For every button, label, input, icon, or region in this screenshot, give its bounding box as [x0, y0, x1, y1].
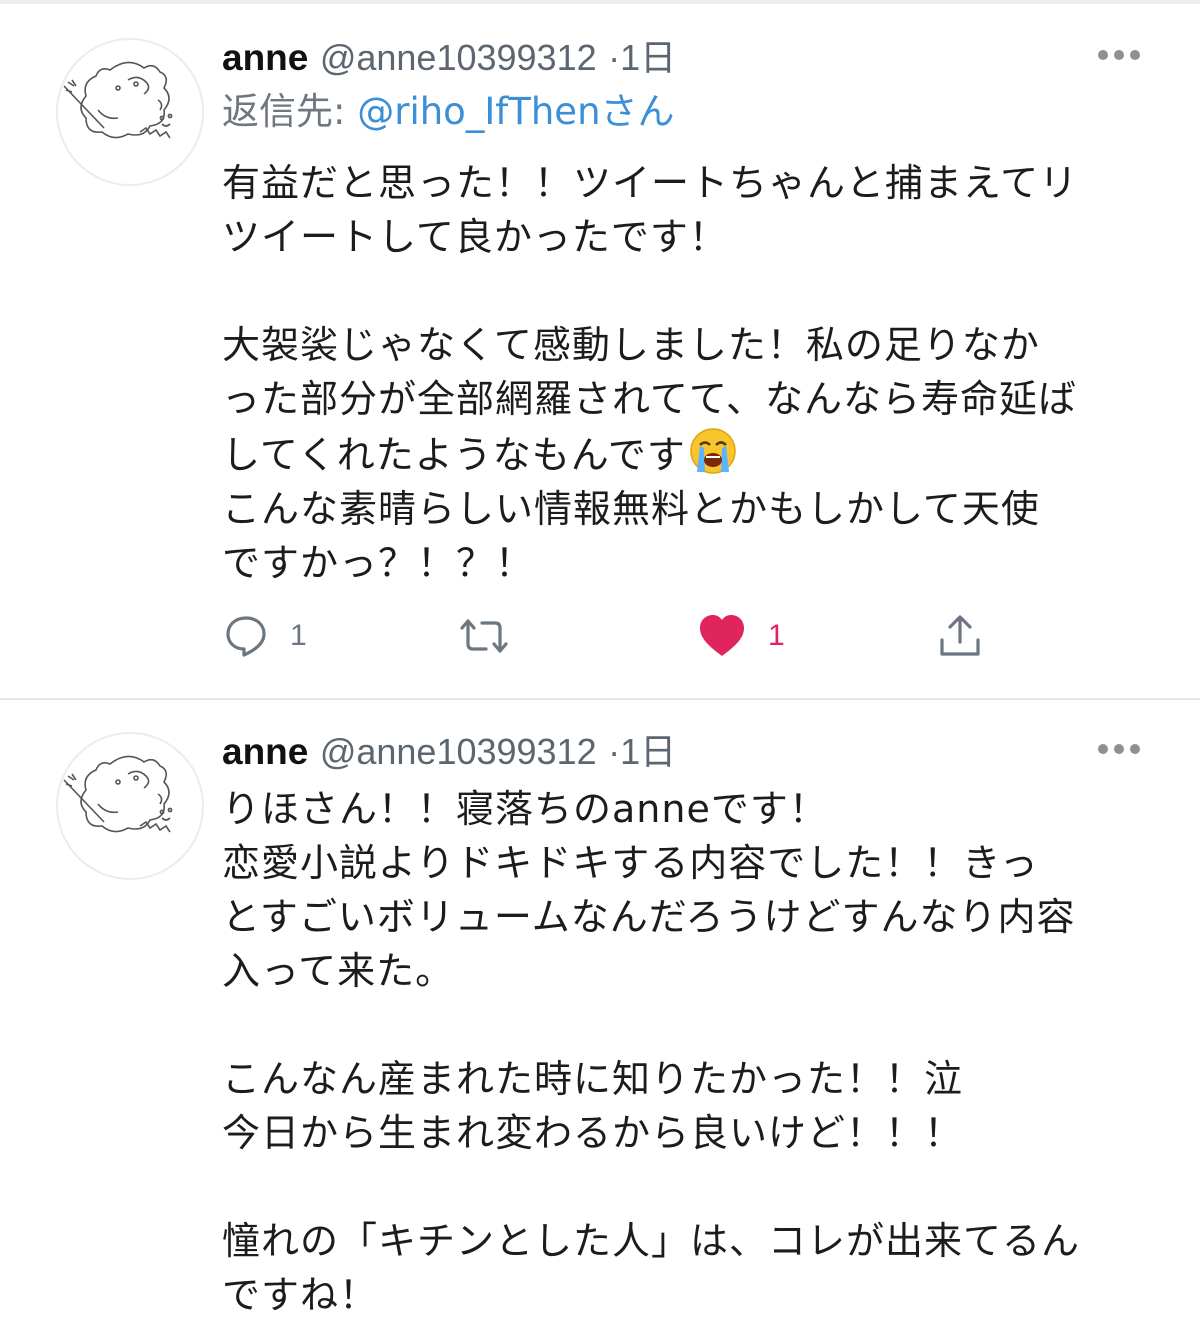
separator-dot: · — [608, 37, 621, 78]
tweet-header: anne @anne10399312 ·1日 — [222, 730, 676, 774]
more-horizontal-icon[interactable] — [1098, 50, 1140, 62]
user-handle[interactable]: @anne10399312 — [320, 37, 597, 78]
retweet-icon — [460, 619, 508, 653]
tweet-text: 有益だと思った！！ツイートちゃんと捕まえてリ ツイートして良かったです！ 大袈裟… — [222, 156, 1162, 590]
tweet-text-part2: こんな素晴らしい情報無料とかもしかして天使 ですかっ？！？！ — [222, 487, 1040, 585]
reply-button[interactable]: 1 — [224, 606, 307, 666]
avatar-doodle-image — [63, 755, 173, 833]
reply-bubble-icon — [226, 616, 266, 657]
avatar-doodle-image — [63, 61, 173, 139]
display-name[interactable]: anne — [222, 731, 308, 772]
share-button[interactable] — [936, 606, 984, 666]
retweet-button[interactable] — [456, 606, 512, 666]
tweet-text: りほさん！！寝落ちのanneです！ 恋愛小説よりドキドキする内容でした！！きっ … — [222, 787, 1081, 1317]
tweet-actions: 1 1 — [0, 606, 1200, 666]
loudly-crying-face-icon — [688, 426, 738, 476]
like-count: 1 — [768, 619, 785, 652]
reply-to-label: 返信先: — [222, 90, 358, 133]
timestamp[interactable]: 1日 — [620, 37, 676, 78]
separator-dot: · — [608, 731, 621, 772]
more-horizontal-icon[interactable] — [1098, 744, 1140, 756]
timestamp[interactable]: 1日 — [620, 731, 676, 772]
reply-to-mention-link[interactable]: @riho_IfThenさん — [357, 90, 674, 133]
tweet-card[interactable]: anne @anne10399312 ·1日 りほさん！！寝落ちのanneです！… — [0, 700, 1200, 1342]
tweet-card[interactable]: anne @anne10399312 ·1日 返信先: @riho_IfThen… — [0, 0, 1200, 700]
share-icon — [940, 615, 980, 656]
user-handle[interactable]: @anne10399312 — [320, 731, 597, 772]
tweet-text-part1: 有益だと思った！！ツイートちゃんと捕まえてリ ツイートして良かったです！ 大袈裟… — [222, 161, 1079, 477]
avatar[interactable] — [56, 38, 204, 186]
display-name[interactable]: anne — [222, 37, 308, 78]
tweet-header: anne @anne10399312 ·1日 — [222, 36, 676, 80]
reply-to-line: 返信先: @riho_IfThenさん — [222, 90, 675, 134]
avatar[interactable] — [56, 732, 204, 880]
reply-count: 1 — [290, 619, 307, 652]
like-button[interactable]: 1 — [698, 606, 785, 666]
heart-icon — [700, 615, 744, 656]
